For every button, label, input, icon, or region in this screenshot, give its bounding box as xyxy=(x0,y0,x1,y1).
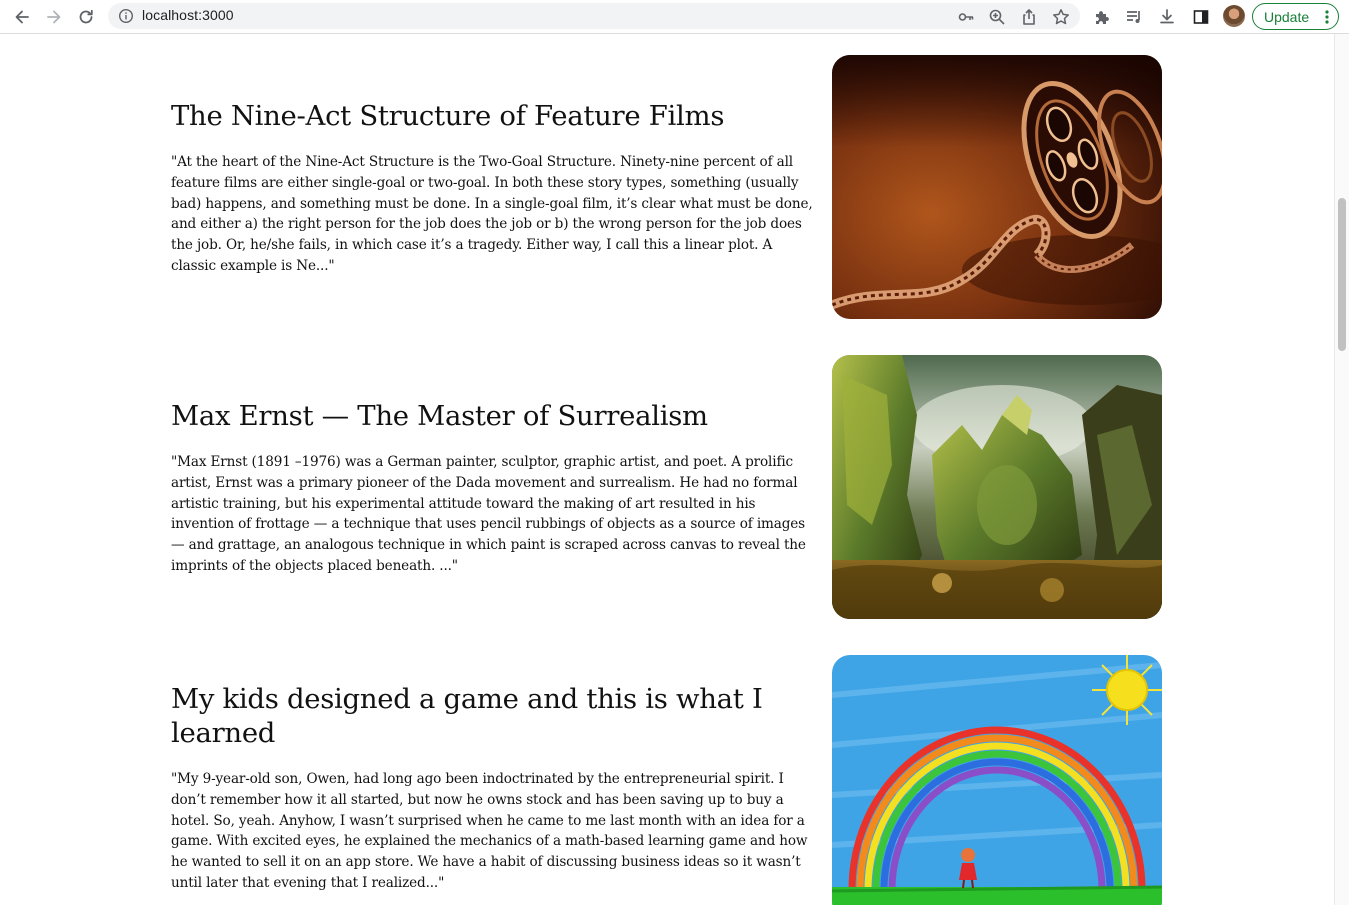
article-excerpt: "My 9-year-old son, Owen, had long ago b… xyxy=(171,771,808,891)
address-bar[interactable]: localhost:3000 xyxy=(108,3,1080,29)
zoom-icon[interactable] xyxy=(988,8,1006,26)
article-title[interactable]: My kids designed a game and this is what… xyxy=(171,682,791,750)
update-button[interactable]: Update xyxy=(1252,3,1339,30)
browser-toolbar: localhost:3000 Update xyxy=(0,0,1349,34)
page-content: The Nine-Act Structure of Feature Films … xyxy=(0,34,1334,905)
article-title[interactable]: The Nine-Act Structure of Feature Films xyxy=(171,99,791,133)
side-panel-icon[interactable] xyxy=(1190,6,1212,28)
vertical-scrollbar[interactable] xyxy=(1334,34,1349,905)
film-reel-image[interactable] xyxy=(832,55,1162,319)
more-vert-icon xyxy=(1325,9,1329,28)
article-excerpt: "Max Ernst (1891 –1976) was a German pai… xyxy=(171,454,806,574)
scrollbar-thumb[interactable] xyxy=(1338,198,1346,351)
star-icon[interactable] xyxy=(1052,8,1070,26)
surrealist-painting-image[interactable] xyxy=(832,355,1162,619)
forward-button[interactable] xyxy=(42,5,66,29)
share-icon[interactable] xyxy=(1020,8,1038,26)
article-title[interactable]: Max Ernst — The Master of Surrealism xyxy=(171,399,791,433)
url-text[interactable]: localhost:3000 xyxy=(142,7,234,23)
back-button[interactable] xyxy=(10,5,34,29)
reload-button[interactable] xyxy=(74,5,98,29)
site-info-icon[interactable] xyxy=(118,8,134,29)
download-icon[interactable] xyxy=(1156,6,1178,28)
rainbow-drawing-image[interactable] xyxy=(832,655,1162,905)
extensions-icon[interactable] xyxy=(1091,6,1113,28)
article-card[interactable]: My kids designed a game and this is what… xyxy=(171,655,1162,905)
profile-avatar[interactable] xyxy=(1223,5,1245,27)
reload-icon xyxy=(79,9,93,24)
update-button-label: Update xyxy=(1264,8,1310,25)
key-icon[interactable] xyxy=(957,8,975,26)
arrow-right-icon xyxy=(47,10,61,24)
article-card[interactable]: The Nine-Act Structure of Feature Films … xyxy=(171,55,1162,319)
media-controls-icon[interactable] xyxy=(1123,6,1145,28)
arrow-left-icon xyxy=(15,10,29,24)
article-card[interactable]: Max Ernst — The Master of Surrealism "Ma… xyxy=(171,355,1162,619)
article-excerpt: "At the heart of the Nine-Act Structure … xyxy=(171,154,813,274)
